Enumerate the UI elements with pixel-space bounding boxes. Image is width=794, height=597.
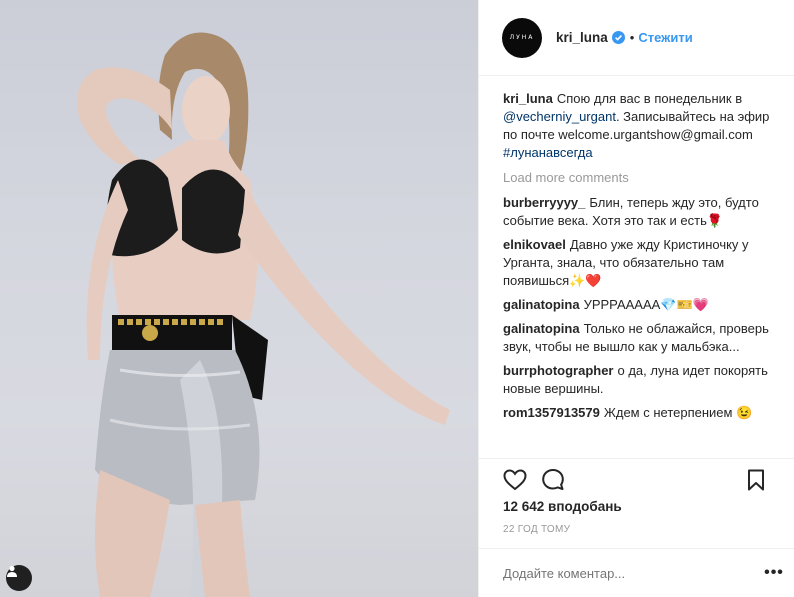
instagram-post: ЛУНА kri_luna • Стежити kri_luna Спою для… bbox=[0, 0, 794, 597]
photo-illustration bbox=[0, 0, 478, 597]
comment-button[interactable] bbox=[540, 467, 566, 493]
comment-item: galinatopina УРРРААААА💎🎫💗 bbox=[503, 296, 780, 314]
post-timestamp[interactable]: 22 ГОД ТОМУ bbox=[503, 524, 570, 535]
post-header: ЛУНА kri_luna • Стежити bbox=[479, 0, 794, 76]
load-more-comments-button[interactable]: Load more comments bbox=[503, 169, 780, 187]
comment-username[interactable]: elnikovael bbox=[503, 237, 566, 252]
caption-username[interactable]: kri_luna bbox=[503, 91, 553, 106]
comments-list: kri_luna Спою для вас в понедельник в @ve… bbox=[503, 90, 780, 458]
comment-bubble-icon bbox=[542, 469, 564, 490]
person-tag-icon bbox=[7, 565, 17, 577]
save-button[interactable] bbox=[743, 467, 769, 493]
comment-item: galinatopina Только не облажайся, проверь… bbox=[503, 320, 780, 356]
comment-username[interactable]: rom1357913579 bbox=[503, 405, 600, 420]
caption-text-1: Спою для вас в понедельник в bbox=[556, 91, 743, 106]
follow-button[interactable]: Стежити bbox=[638, 30, 692, 45]
comment-username[interactable]: burrphotographer bbox=[503, 363, 614, 378]
bookmark-icon bbox=[748, 469, 764, 491]
add-comment-row: ••• bbox=[479, 548, 794, 597]
comment-username[interactable]: galinatopina bbox=[503, 321, 580, 336]
comment-item: burberryyyy_ Блин, теперь жду это, будто … bbox=[503, 194, 780, 230]
action-bar bbox=[479, 458, 794, 498]
separator-dot: • bbox=[629, 30, 635, 45]
verified-badge-icon bbox=[611, 31, 625, 44]
comment-text: УРРРААААА💎🎫💗 bbox=[583, 297, 709, 312]
comment-item: elnikovael Давно уже жду Кристиночку у Ур… bbox=[503, 236, 780, 290]
more-options-button[interactable]: ••• bbox=[762, 564, 786, 582]
tag-people-button[interactable] bbox=[6, 565, 32, 591]
comment-item: burrphotographer о да, луна идет покорять… bbox=[503, 362, 780, 398]
post-photo[interactable] bbox=[0, 0, 478, 597]
comment-item: rom1357913579 Ждем с нетерпением 😉 bbox=[503, 404, 780, 422]
heart-outline-icon bbox=[503, 469, 527, 491]
like-button[interactable] bbox=[502, 467, 528, 493]
likes-count[interactable]: 12 642 вподобань bbox=[503, 499, 622, 514]
comment-username[interactable]: burberryyyy_ bbox=[503, 195, 585, 210]
username-link[interactable]: kri_luna bbox=[556, 30, 608, 45]
comment-text: Ждем с нетерпением 😉 bbox=[603, 405, 753, 420]
caption-hashtag-link[interactable]: #лунанавсегда bbox=[503, 145, 593, 160]
post-sidebar: ЛУНА kri_luna • Стежити kri_luna Спою для… bbox=[478, 0, 794, 597]
avatar-text: ЛУНА bbox=[509, 34, 535, 41]
add-comment-input[interactable] bbox=[503, 565, 762, 581]
post-caption: kri_luna Спою для вас в понедельник в @ve… bbox=[503, 90, 780, 162]
avatar[interactable]: ЛУНА bbox=[502, 17, 542, 58]
comment-username[interactable]: galinatopina bbox=[503, 297, 580, 312]
caption-mention-link[interactable]: @vecherniy_urgant bbox=[503, 109, 616, 124]
